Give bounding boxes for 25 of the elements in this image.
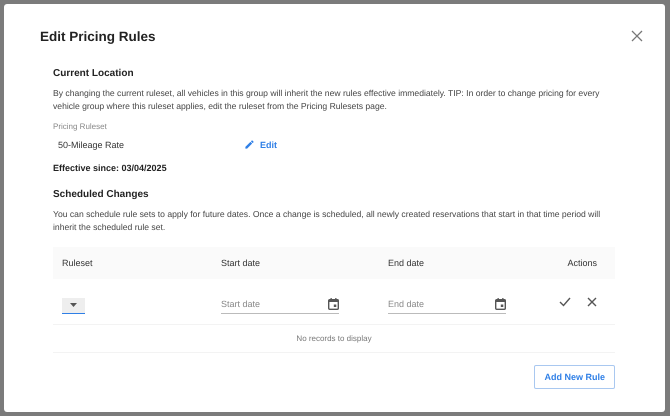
section-heading: Current Location [53,68,135,79]
caret-icon [70,303,77,307]
cancel-button[interactable] [587,296,597,306]
column-header: Start date [221,258,262,268]
end-date-field[interactable]: End date [388,298,506,314]
calendar-icon[interactable] [328,298,339,310]
calendar-icon[interactable] [495,298,506,310]
section-description: By changing the current ruleset, all vehicles in this group will inherit the new rules effective immediately. TIP: In order to change pricing for every vehicle group where this ruleset applies, edit the ruleset from the Pricing Rulesets page. [53,87,600,112]
dialog-title: Edit Pricing Rules [40,28,156,44]
column-header: End date [388,258,426,268]
empty-message: No records to display [296,334,372,343]
column-header: Ruleset [61,258,94,268]
column-header: Actions [566,258,598,268]
ruleset-dropdown[interactable] [62,298,85,314]
edit-button[interactable]: Edit [244,139,277,150]
start-date-field[interactable]: Start date [221,298,339,314]
field-label: Pricing Ruleset [53,122,108,131]
section-description: You can schedule rule sets to apply for future dates. Once a change is scheduled, all newly created reservations that start in that time period will inherit the scheduled rule set. [53,208,602,233]
add-new-rule-button[interactable]: Add New Rule [534,365,615,389]
close-button[interactable] [629,28,645,44]
ruleset-value: 50-Mileage Rate [58,140,126,150]
pencil-icon [244,139,255,150]
effective-since-text: Effective since: 03/04/2025 [53,163,168,173]
confirm-button[interactable] [559,296,571,306]
section-heading: Scheduled Changes [53,189,150,200]
